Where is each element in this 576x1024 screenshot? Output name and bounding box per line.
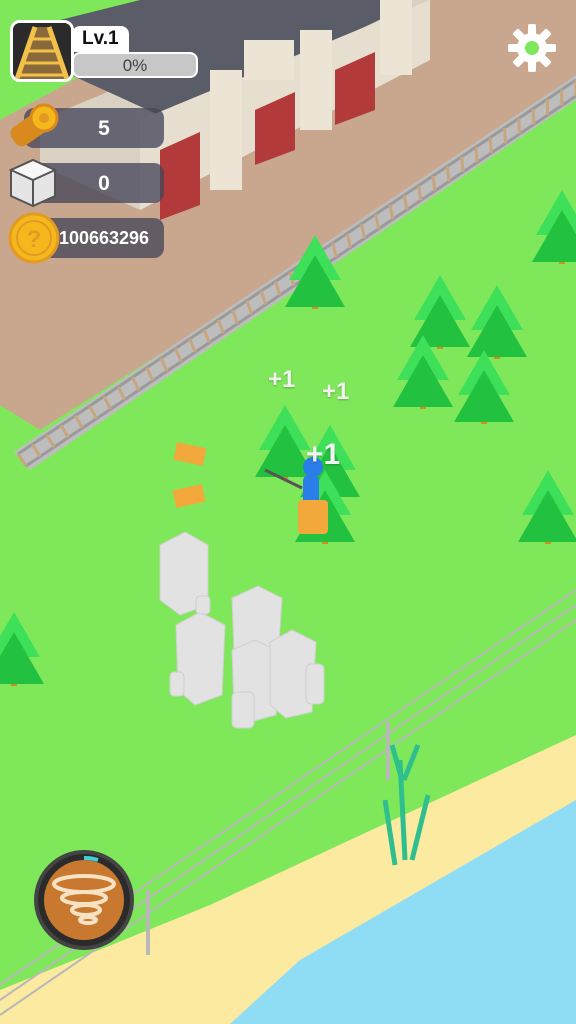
wood-log-icon: [10, 103, 59, 147]
level-progress-text: 0%: [122, 56, 148, 75]
level-label: Lv.1: [72, 26, 129, 52]
gear-icon[interactable]: [506, 22, 558, 74]
stone-count: 0: [98, 172, 110, 195]
gold-coin-icon: ?: [8, 212, 60, 264]
level-progress-bar: 0%: [72, 52, 198, 78]
floating-reward-text: +1: [322, 378, 350, 405]
svg-text:?: ?: [27, 226, 42, 253]
tornado-icon: [44, 855, 124, 940]
level-badge-icon: [10, 20, 74, 82]
railway-icon: [13, 23, 71, 79]
coin-count: 100663296: [58, 228, 150, 248]
stone-block-icon: [8, 158, 58, 208]
tornado-skill-button[interactable]: [34, 850, 134, 950]
floating-reward-text: +1: [268, 366, 296, 393]
floating-reward-text: +1: [306, 438, 341, 471]
wood-count: 5: [98, 117, 110, 140]
